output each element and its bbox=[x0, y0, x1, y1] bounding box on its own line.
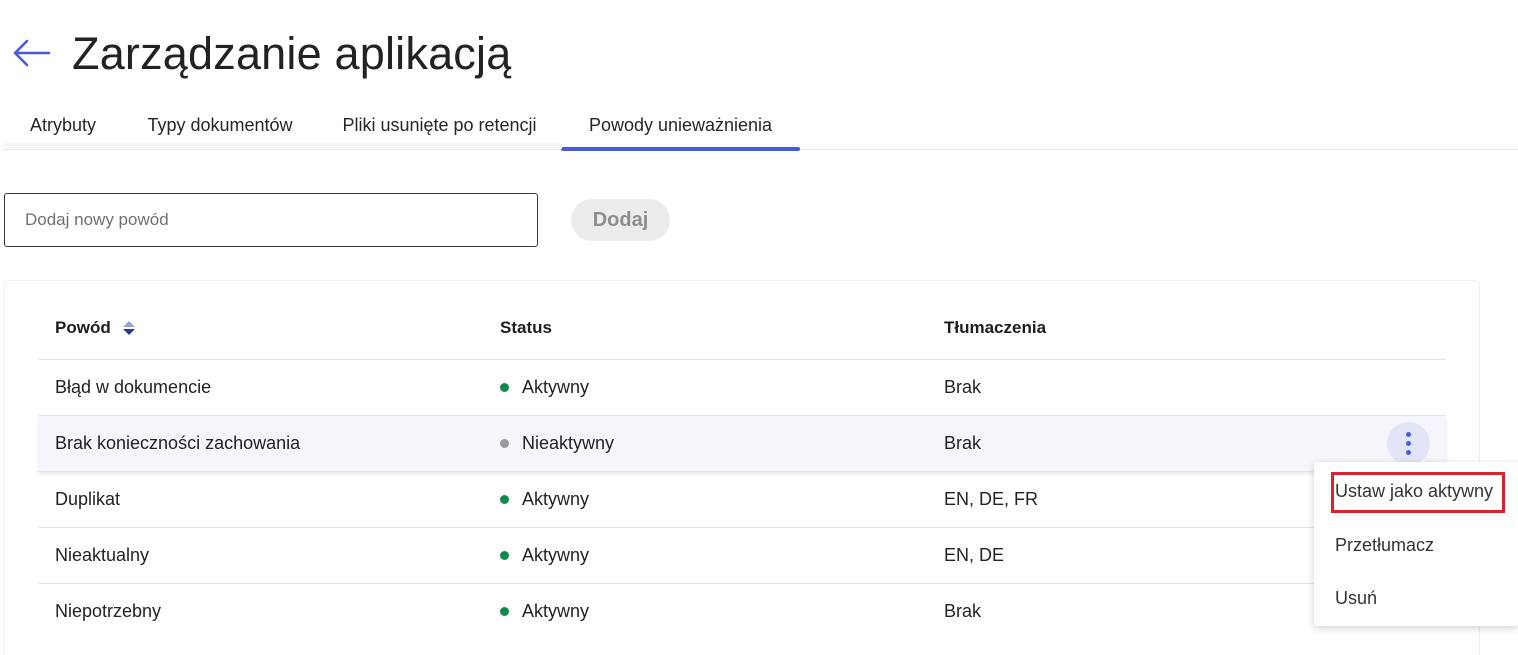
status-dot-icon bbox=[500, 439, 509, 448]
page-title: Zarządzanie aplikacją bbox=[72, 28, 512, 79]
table-row[interactable]: Duplikat Aktywny EN, DE, FR bbox=[38, 472, 1446, 528]
column-header-translations: Tłumaczenia bbox=[944, 318, 1047, 337]
reason-cell: Brak konieczności zachowania bbox=[55, 433, 301, 453]
status-dot-icon bbox=[500, 383, 509, 392]
translations-cell: Brak bbox=[944, 377, 982, 397]
add-button[interactable]: Dodaj bbox=[571, 199, 670, 241]
row-actions-button[interactable] bbox=[1387, 422, 1430, 465]
column-header-reason[interactable]: Powód bbox=[55, 318, 135, 338]
status-label: Nieaktywny bbox=[522, 433, 615, 453]
table-header: Powód Status Tłumaczenia bbox=[38, 300, 1446, 360]
status-label: Aktywny bbox=[522, 601, 590, 621]
status-label: Aktywny bbox=[522, 489, 590, 509]
menu-item-delete[interactable]: Usuń bbox=[1314, 576, 1518, 620]
translations-cell: EN, DE bbox=[944, 545, 1005, 565]
reason-cell: Nieaktualny bbox=[55, 545, 150, 565]
status-dot-icon bbox=[500, 495, 509, 504]
table-row[interactable]: Brak konieczności zachowania Nieaktywny … bbox=[38, 416, 1446, 472]
menu-item-translate[interactable]: Przetłumacz bbox=[1314, 523, 1518, 567]
status-label: Aktywny bbox=[522, 377, 590, 397]
status-cell: Aktywny bbox=[500, 489, 589, 510]
arrow-left-icon bbox=[13, 39, 51, 67]
status-dot-icon bbox=[500, 551, 509, 560]
status-cell: Aktywny bbox=[500, 601, 589, 622]
tab-invalidation-reasons[interactable]: Powody unieważnienia bbox=[561, 102, 800, 151]
translations-cell: EN, DE, FR bbox=[944, 489, 1039, 509]
reason-cell: Błąd w dokumencie bbox=[55, 377, 212, 397]
translations-cell: Brak bbox=[944, 433, 982, 453]
kebab-menu-icon bbox=[1406, 432, 1411, 437]
table-row[interactable]: Niepotrzebny Aktywny Brak bbox=[38, 584, 1446, 640]
reason-cell: Duplikat bbox=[55, 489, 121, 509]
translations-cell: Brak bbox=[944, 601, 982, 621]
tab-strip-shadow bbox=[4, 143, 562, 149]
status-cell: Aktywny bbox=[500, 545, 589, 566]
tab-retention-deleted-files[interactable]: Pliki usunięte po retencji bbox=[318, 102, 561, 149]
status-cell: Nieaktywny bbox=[500, 433, 614, 454]
new-reason-input[interactable] bbox=[4, 193, 538, 247]
table-row[interactable]: Nieaktualny Aktywny EN, DE bbox=[38, 528, 1446, 584]
status-cell: Aktywny bbox=[500, 377, 589, 398]
status-label: Aktywny bbox=[522, 545, 590, 565]
column-header-status: Status bbox=[500, 318, 552, 337]
row-context-menu: Ustaw jako aktywny Przetłumacz Usuń bbox=[1314, 462, 1518, 626]
sort-icon[interactable] bbox=[122, 320, 135, 336]
back-button[interactable] bbox=[10, 36, 52, 70]
tab-document-types[interactable]: Typy dokumentów bbox=[122, 102, 318, 149]
column-header-reason-label: Powód bbox=[55, 318, 111, 337]
tab-attributes[interactable]: Atrybuty bbox=[4, 102, 122, 149]
status-dot-icon bbox=[500, 607, 509, 616]
menu-item-set-active[interactable]: Ustaw jako aktywny bbox=[1314, 469, 1518, 513]
table-row[interactable]: Błąd w dokumencie Aktywny Brak bbox=[38, 360, 1446, 416]
reason-cell: Niepotrzebny bbox=[55, 601, 162, 621]
